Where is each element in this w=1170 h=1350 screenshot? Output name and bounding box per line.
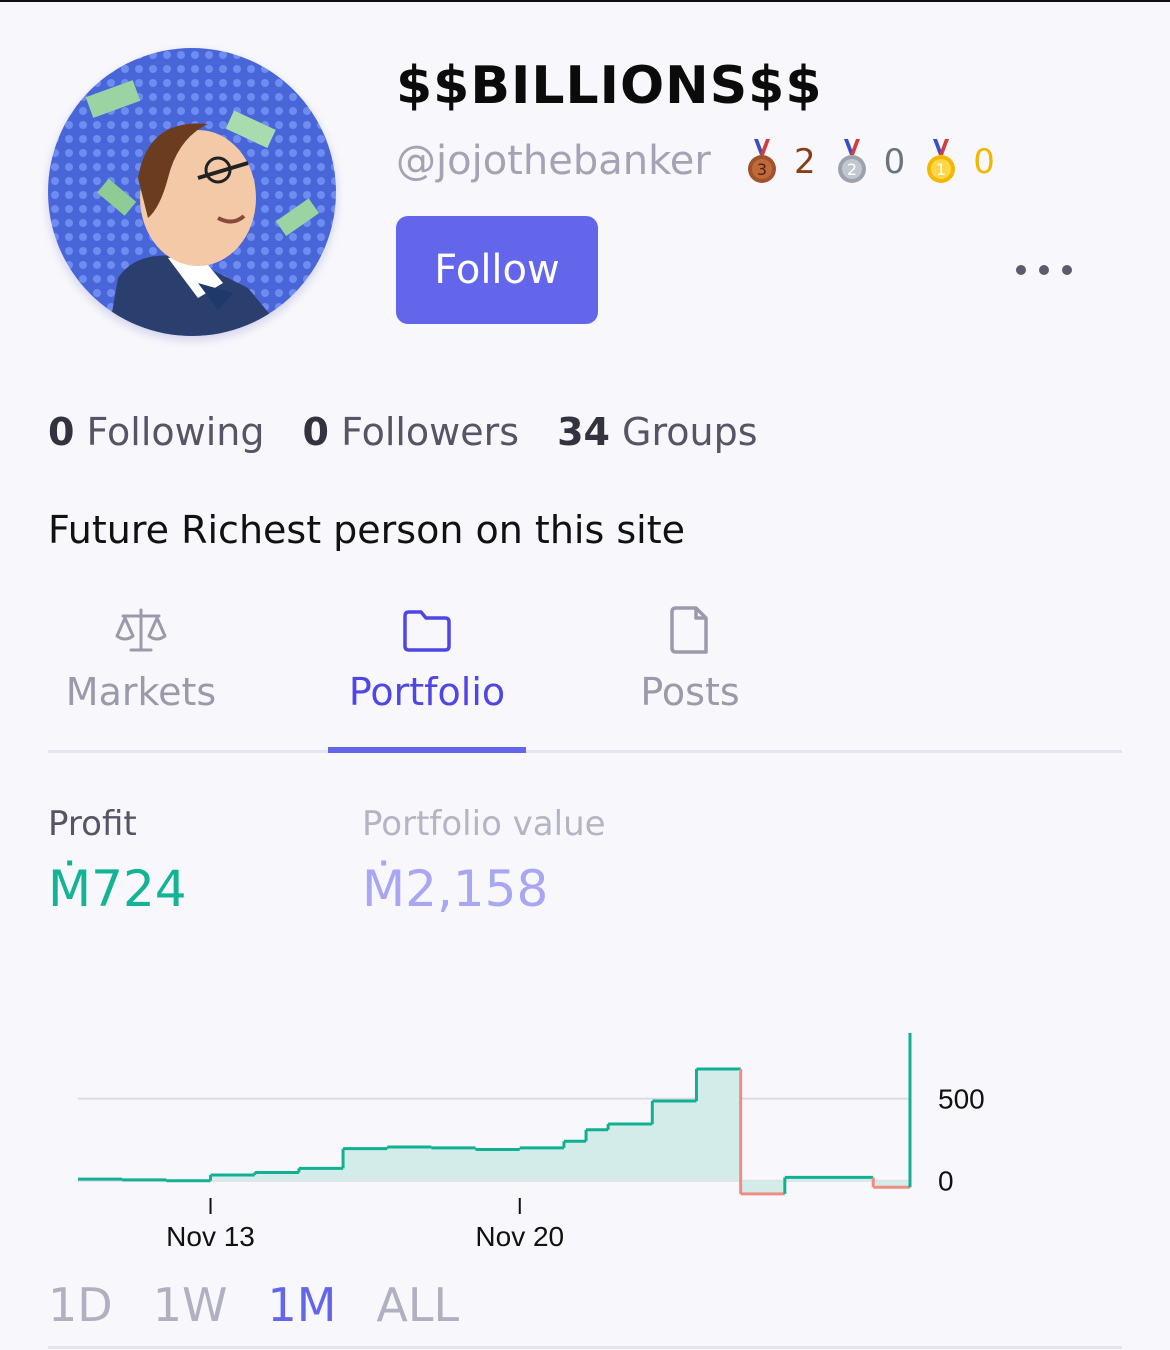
silver-medal-rank: 2	[847, 160, 857, 179]
bronze-medal-icon: 3	[748, 139, 776, 183]
profile-bio: Future Richest person on this site	[48, 508, 685, 552]
bottom-divider	[48, 1346, 1122, 1349]
x-tick-label: Nov 20	[475, 1221, 564, 1252]
y-tick-label: 500	[938, 1084, 985, 1115]
top-border	[0, 0, 1170, 2]
avatar-image	[48, 48, 336, 336]
follow-button[interactable]: Follow	[396, 216, 598, 324]
avatar[interactable]	[48, 48, 336, 336]
username: @jojothebanker	[396, 138, 711, 184]
y-tick-label: 0	[938, 1166, 954, 1197]
tab-markets[interactable]: Markets	[62, 598, 220, 750]
range-1d-button[interactable]: 1D	[48, 1278, 113, 1332]
range-all-button[interactable]: ALL	[376, 1278, 459, 1332]
silver-medal-icon: 2	[837, 139, 866, 183]
profit-area	[78, 1032, 910, 1194]
tab-portfolio[interactable]: Portfolio	[328, 598, 526, 753]
silver-medal-count: 0	[883, 142, 906, 182]
following-stat[interactable]: 0 Following	[48, 410, 265, 454]
more-dot-icon	[1062, 265, 1072, 275]
tab-portfolio-label: Portfolio	[348, 670, 506, 714]
portfolio-value: Ṁ2,158	[362, 860, 549, 918]
following-count: 0	[48, 410, 75, 454]
display-name: $$BILLIONS$$	[396, 56, 823, 116]
profit-value: Ṁ724	[48, 860, 187, 918]
tab-markets-label: Markets	[65, 670, 217, 714]
followers-stat[interactable]: 0 Followers	[303, 410, 520, 454]
followers-count: 0	[302, 410, 329, 454]
followers-label: Followers	[341, 410, 520, 454]
gold-medal-count: 0	[973, 142, 995, 182]
profit-chart[interactable]: 0 500 Nov 13 Nov 20	[0, 1000, 1170, 1260]
medal-list: 3 2 2 0 1 0	[744, 134, 1013, 190]
folder-icon	[403, 610, 451, 652]
following-label: Following	[86, 410, 265, 454]
silver-medal: 2 0	[834, 137, 906, 187]
tab-posts-label: Posts	[640, 670, 740, 714]
more-options-button[interactable]	[1016, 252, 1072, 288]
profile-tabs: Markets Portfolio Posts	[48, 598, 1122, 753]
time-range-selector: 1D 1W 1M ALL	[48, 1278, 499, 1332]
bronze-medal-rank: 3	[757, 160, 767, 179]
gold-medal: 1 0	[923, 137, 995, 187]
groups-count: 34	[557, 410, 610, 454]
active-tab-indicator	[328, 747, 526, 753]
range-1m-button[interactable]: 1M	[267, 1278, 336, 1332]
gold-medal-rank: 1	[936, 160, 946, 179]
profit-label: Profit	[48, 804, 137, 844]
x-tick-label: Nov 13	[166, 1221, 255, 1252]
bronze-medal: 3 2	[744, 137, 816, 187]
groups-stat[interactable]: 34 Groups	[557, 410, 757, 454]
more-dot-icon	[1016, 265, 1026, 275]
tab-posts[interactable]: Posts	[632, 598, 748, 750]
scale-icon	[115, 608, 167, 652]
gold-medal-icon: 1	[927, 139, 956, 183]
portfolio-value-label: Portfolio value	[362, 804, 606, 844]
document-icon	[670, 606, 708, 654]
range-1w-button[interactable]: 1W	[153, 1278, 228, 1332]
more-dot-icon	[1039, 265, 1049, 275]
bronze-medal-count: 2	[794, 142, 816, 182]
profile-stats: 0 Following 0 Followers 34 Groups	[48, 410, 796, 454]
groups-label: Groups	[622, 410, 758, 454]
